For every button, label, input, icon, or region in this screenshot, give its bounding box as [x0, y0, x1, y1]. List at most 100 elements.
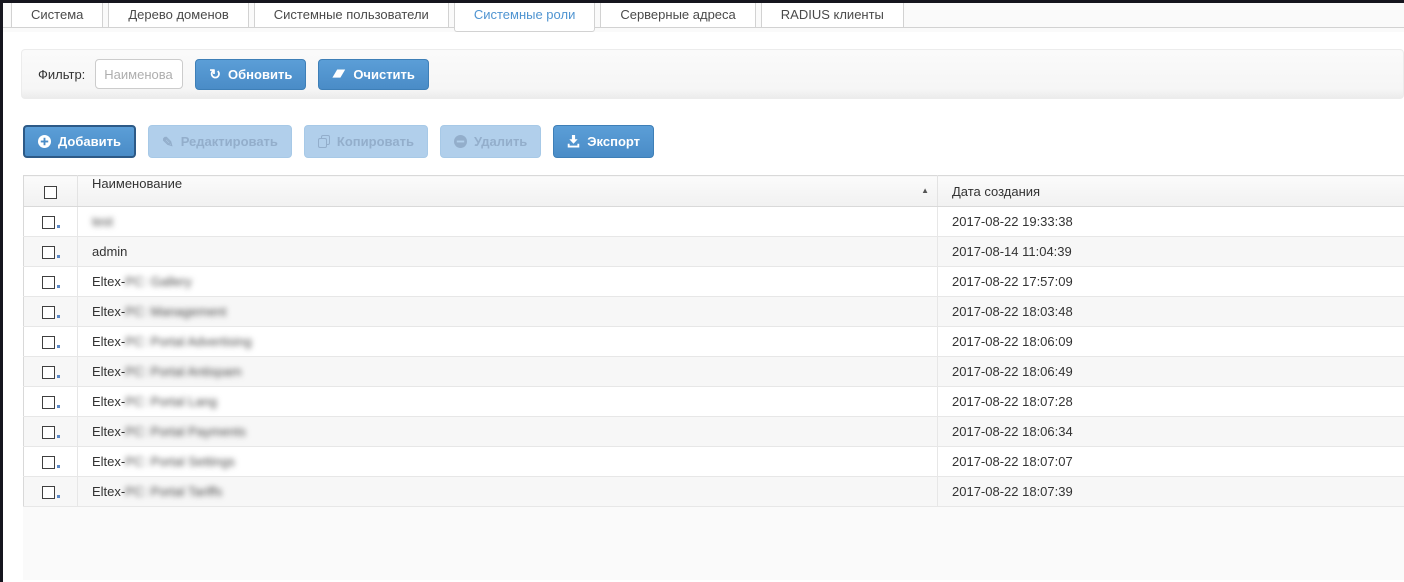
toolbar: Добавить ✎ Редактировать Копировать Удал… — [23, 125, 1404, 158]
role-name-text: admin — [92, 244, 128, 259]
role-name-text: Eltex- — [92, 424, 126, 439]
tab-bar: Система Дерево доменов Системные пользоват… — [3, 3, 1404, 32]
row-checkbox[interactable] — [41, 366, 55, 380]
row-select-cell — [23, 476, 78, 507]
row-marker-dot — [56, 315, 60, 319]
export-button[interactable]: Экспорт — [553, 125, 655, 158]
app-window: Система Дерево доменов Системные пользоват… — [0, 0, 1404, 582]
table-row[interactable]: admin 2017-08-14 11:04:39 — [23, 236, 1404, 267]
row-checkbox[interactable] — [41, 426, 55, 440]
select-all-checkbox[interactable] — [44, 185, 57, 199]
created-date-cell: 2017-08-22 17:57:09 — [937, 266, 1404, 297]
created-date-cell: 2017-08-22 18:06:09 — [937, 326, 1404, 357]
plus-circle-icon — [38, 135, 51, 148]
role-name-cell: admin — [77, 236, 938, 267]
role-name-cell: Eltex-PC: Management — [77, 296, 938, 327]
table-row[interactable]: Eltex-PC: Gallery 2017-08-22 17:57:09 — [23, 266, 1404, 297]
refresh-button[interactable]: ↻ Обновить — [195, 58, 307, 90]
table-row[interactable]: Eltex-PC: Portal Payments 2017-08-22 18:0… — [23, 416, 1404, 447]
refresh-icon: ↻ — [209, 66, 222, 82]
download-icon — [567, 135, 580, 148]
created-date-cell: 2017-08-22 18:07:07 — [937, 446, 1404, 477]
tab-system-roles[interactable]: Системные роли — [453, 3, 596, 32]
table-row[interactable]: Eltex-PC: Portal Antispam 2017-08-22 18:0… — [23, 356, 1404, 387]
row-checkbox[interactable] — [41, 246, 55, 260]
table-row[interactable]: test 2017-08-22 19:33:38 — [23, 206, 1404, 237]
role-name-redacted: PC: Portal Antispam — [125, 364, 242, 379]
role-name-text: Eltex- — [92, 274, 126, 289]
row-marker-dot — [56, 345, 60, 349]
table-empty-area — [23, 507, 1404, 580]
clear-button-label: Очистить — [353, 66, 415, 82]
row-checkbox[interactable] — [41, 456, 55, 470]
date-column-header[interactable]: Дата создания — [937, 175, 1404, 207]
tab-server-addresses[interactable]: Серверные адреса — [600, 3, 756, 28]
row-select-cell — [23, 416, 78, 447]
copy-button[interactable]: Копировать — [303, 125, 428, 158]
tab-system[interactable]: Система — [11, 3, 104, 28]
row-checkbox[interactable] — [41, 276, 55, 290]
filter-panel: Фильтр: ↻ Обновить Очистить — [21, 49, 1404, 99]
row-checkbox[interactable] — [41, 336, 55, 350]
export-button-label: Экспорт — [587, 134, 641, 149]
row-marker-dot — [56, 255, 60, 259]
row-checkbox[interactable] — [41, 396, 55, 410]
created-date-cell: 2017-08-14 11:04:39 — [937, 236, 1404, 267]
role-name-redacted: PC: Portal Settings — [125, 454, 236, 469]
tab-radius-clients[interactable]: RADIUS клиенты — [760, 3, 904, 28]
role-name-redacted: test — [92, 214, 113, 229]
edit-button-label: Редактировать — [180, 134, 278, 149]
role-name-redacted: PC: Gallery — [125, 274, 192, 289]
refresh-button-label: Обновить — [228, 66, 293, 82]
row-select-cell — [23, 236, 78, 267]
table-row[interactable]: Eltex-PC: Portal Lang 2017-08-22 18:07:28 — [23, 386, 1404, 417]
role-name-cell: Eltex-PC: Portal Advertising — [77, 326, 938, 357]
role-name-text: Eltex- — [92, 394, 126, 409]
created-date-cell: 2017-08-22 18:06:49 — [937, 356, 1404, 387]
select-all-header-cell — [23, 175, 78, 207]
role-name-text: Eltex- — [92, 484, 126, 499]
row-checkbox[interactable] — [41, 486, 55, 500]
filter-label: Фильтр: — [38, 66, 86, 82]
role-name-cell: test — [77, 206, 938, 237]
created-date-cell: 2017-08-22 19:33:38 — [937, 206, 1404, 237]
row-select-cell — [23, 296, 78, 327]
role-name-text: Eltex- — [92, 304, 126, 319]
add-button-label: Добавить — [58, 134, 121, 149]
delete-button[interactable]: Удалить — [439, 125, 542, 158]
filter-name-input[interactable] — [95, 59, 184, 89]
eraser-icon — [332, 69, 346, 80]
table-row[interactable]: Eltex-PC: Portal Tariffs 2017-08-22 18:07… — [23, 476, 1404, 507]
role-name-cell: Eltex-PC: Gallery — [77, 266, 938, 297]
row-checkbox[interactable] — [41, 216, 55, 230]
row-marker-dot — [56, 375, 60, 379]
row-marker-dot — [56, 465, 60, 469]
edit-button[interactable]: ✎ Редактировать — [147, 125, 292, 158]
table-row[interactable]: Eltex-PC: Portal Settings 2017-08-22 18:0… — [23, 446, 1404, 477]
role-name-cell: Eltex-PC: Portal Settings — [77, 446, 938, 477]
tab-domain-tree[interactable]: Дерево доменов — [108, 3, 249, 28]
row-marker-dot — [56, 225, 60, 229]
table-row[interactable]: Eltex-PC: Portal Advertising 2017-08-22 1… — [23, 326, 1404, 357]
row-select-cell — [23, 266, 78, 297]
sort-asc-icon: ▲ — [921, 186, 929, 195]
role-name-cell: Eltex-PC: Portal Lang — [77, 386, 938, 417]
row-select-cell — [23, 326, 78, 357]
table-row[interactable]: Eltex-PC: Management 2017-08-22 18:03:48 — [23, 296, 1404, 327]
name-column-header[interactable]: Наименование ▲ — [77, 175, 938, 207]
add-button[interactable]: Добавить — [23, 125, 136, 158]
tab-system-users[interactable]: Системные пользователи — [253, 3, 449, 28]
copy-button-label: Копировать — [336, 134, 414, 149]
role-name-text: Eltex- — [92, 364, 126, 379]
clear-filter-button[interactable]: Очистить — [318, 58, 429, 90]
row-select-cell — [23, 386, 78, 417]
row-checkbox[interactable] — [41, 306, 55, 320]
role-name-text: Eltex- — [92, 454, 126, 469]
role-name-cell: Eltex-PC: Portal Antispam — [77, 356, 938, 387]
role-name-redacted: PC: Management — [125, 304, 227, 319]
edit-icon: ✎ — [161, 133, 174, 150]
role-name-text: Eltex- — [92, 334, 126, 349]
created-date-cell: 2017-08-22 18:06:34 — [937, 416, 1404, 447]
name-column-label: Наименование — [92, 176, 183, 191]
role-name-redacted: PC: Portal Payments — [125, 424, 246, 439]
